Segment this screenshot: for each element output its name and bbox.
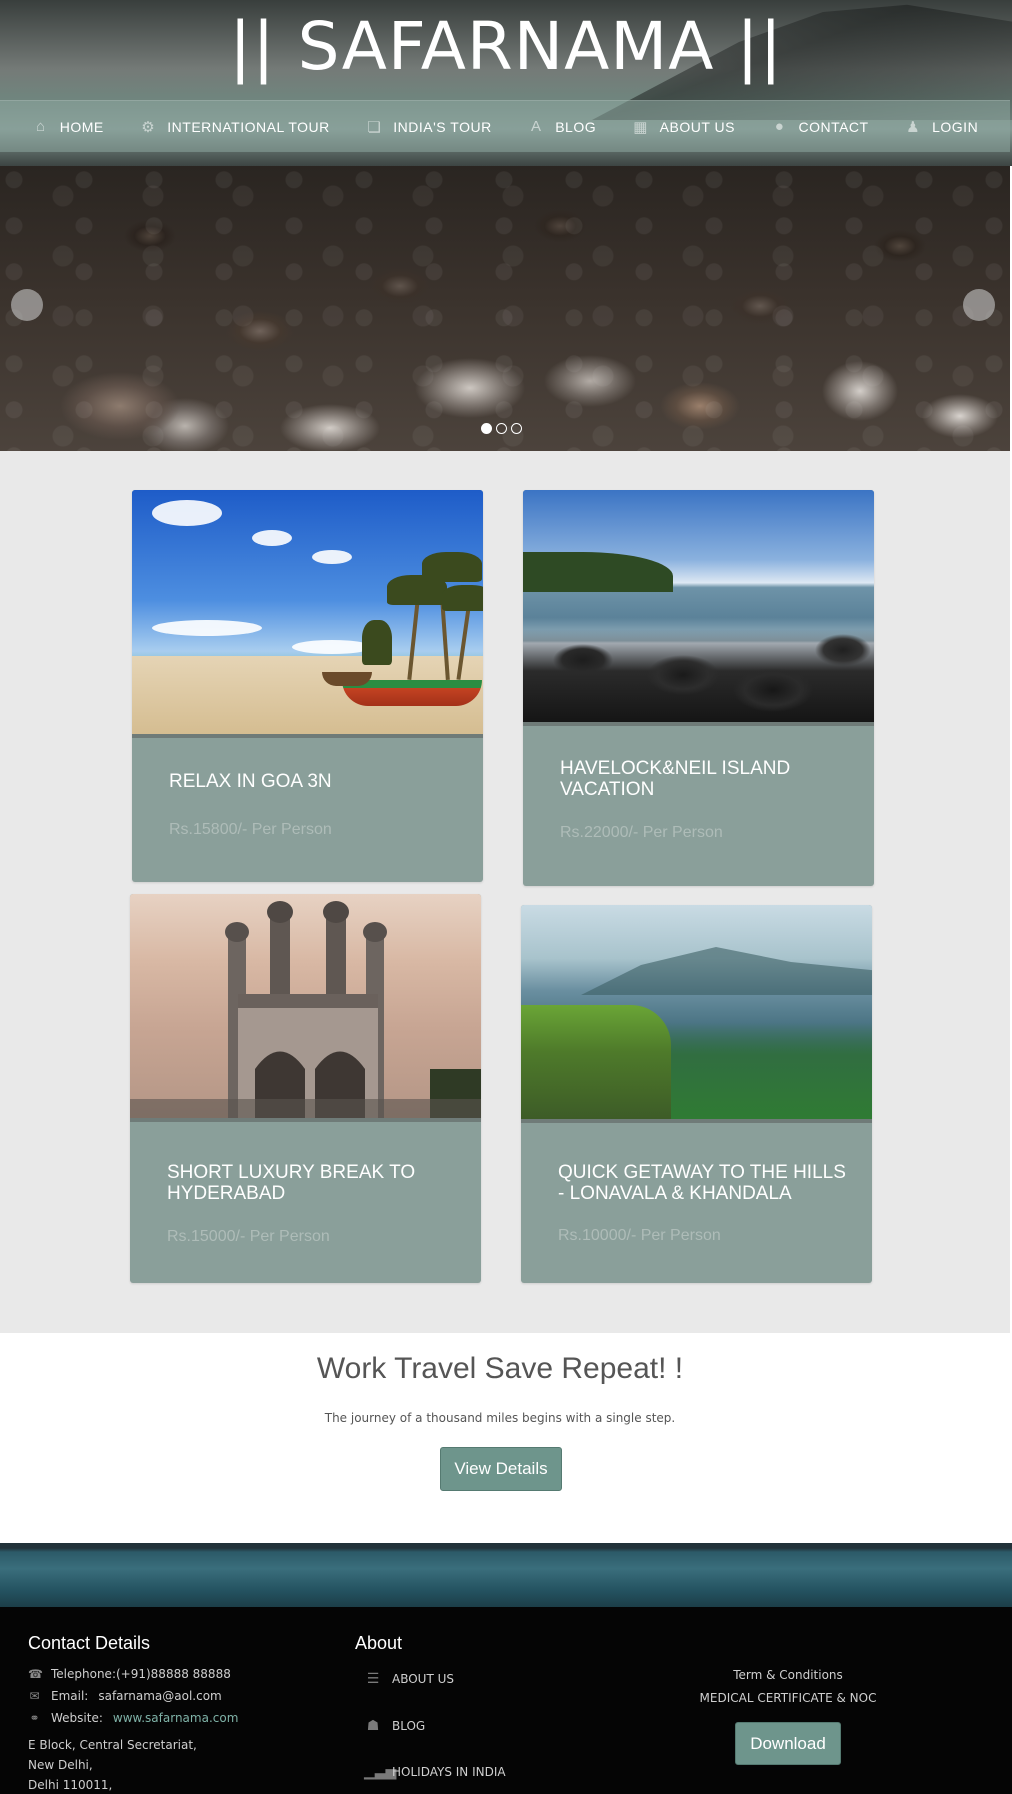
nav-blog[interactable]: A BLOG <box>527 118 596 135</box>
tour-image-lonavala-hills <box>521 905 872 1123</box>
hero-slider <box>0 166 1010 451</box>
tour-title: SHORT LUXURY BREAK TO HYDERABAD <box>167 1162 416 1204</box>
terms-link[interactable]: Term & Conditions <box>680 1668 896 1682</box>
nav-home-label: HOME <box>59 118 104 135</box>
contact-heading: Contact Details <box>28 1633 151 1653</box>
nav-contact[interactable]: ● CONTACT <box>770 118 868 135</box>
footer-about-us-label: ABOUT US <box>392 1672 455 1686</box>
decorative-strip <box>0 1543 1012 1607</box>
contact-email: ✉ Email: safarnama@aol.com <box>28 1689 221 1703</box>
envelope-icon: ✉ <box>29 1689 40 1703</box>
medical-certificate-link[interactable]: MEDICAL CERTIFICATE & NOC <box>680 1691 896 1705</box>
address-line-1: E Block, Central Secretariat, <box>28 1738 197 1752</box>
tour-title: QUICK GETAWAY TO THE HILLS - LONAVALA & … <box>558 1162 846 1204</box>
grid-icon: ▦ <box>633 118 648 136</box>
tour-price: Rs.15000/- Per Person <box>167 1228 330 1245</box>
email-link[interactable]: safarnama@aol.com <box>98 1689 221 1703</box>
tour-image-havelock-island <box>523 490 874 726</box>
contact-telephone: ☎ Telephone:(+91)88888 88888 <box>28 1667 231 1681</box>
ridge-shape <box>581 947 872 995</box>
view-details-button[interactable]: View Details <box>440 1447 562 1491</box>
nav-blog-label: BLOG <box>555 118 597 135</box>
comment-icon: ● <box>774 118 785 135</box>
slider-dot-1[interactable] <box>481 423 492 434</box>
list-icon: ☰ <box>366 1671 380 1687</box>
footer-holidays-label: HOLIDAYS IN INDIA <box>392 1765 506 1779</box>
slider-dot-3[interactable] <box>511 423 522 434</box>
tour-price: Rs.22000/- Per Person <box>560 824 723 841</box>
nav-international-tour[interactable]: ⚙ INTERNATIONAL TOUR <box>139 118 330 136</box>
address-line-2: New Delhi, <box>28 1758 93 1772</box>
site-logo[interactable]: || SAFARNAMA || <box>0 8 1012 85</box>
cta-section: Work Travel Save Repeat! ! The journey o… <box>0 1333 1010 1543</box>
tour-card-lonavala[interactable]: QUICK GETAWAY TO THE HILLS - LONAVALA & … <box>521 905 872 1283</box>
tour-card-hyderabad[interactable]: SHORT LUXURY BREAK TO HYDERABAD Rs.15000… <box>130 894 481 1283</box>
slider-image-pebbles <box>0 166 1010 451</box>
slider-dot-2[interactable] <box>496 423 507 434</box>
tour-image-charminar <box>130 894 481 1122</box>
website-label: Website: <box>51 1711 103 1725</box>
slider-prev-button[interactable] <box>11 289 43 321</box>
contact-website: ⚭ Website: www.safarnama.com <box>28 1711 238 1725</box>
copy-icon: ❏ <box>367 118 382 136</box>
telephone-text: Telephone:(+91)88888 88888 <box>51 1667 231 1681</box>
tour-price: Rs.10000/- Per Person <box>558 1227 721 1244</box>
site-header: || SAFARNAMA || ⌂ HOME ⚙ INTERNATIONAL T… <box>0 0 1012 166</box>
cta-subtitle: The journey of a thousand miles begins w… <box>324 1411 676 1425</box>
email-label: Email: <box>51 1689 89 1703</box>
main-navbar: ⌂ HOME ⚙ INTERNATIONAL TOUR ❏ INDIA'S TO… <box>0 100 1010 152</box>
address-line-3: Delhi 110011, <box>28 1778 113 1792</box>
about-heading: About <box>355 1633 403 1653</box>
nav-login[interactable]: ♟ LOGIN <box>904 118 978 136</box>
gears-icon: ⚙ <box>141 118 156 136</box>
nav-about-us-label: ABOUT US <box>659 118 735 135</box>
footer-blog-link[interactable]: ☗ BLOG <box>364 1718 426 1734</box>
user-icon: ♟ <box>906 118 921 136</box>
footer-blog-label: BLOG <box>392 1719 426 1733</box>
download-button[interactable]: Download <box>735 1722 841 1765</box>
nav-international-tour-label: INTERNATIONAL TOUR <box>167 118 330 135</box>
website-link[interactable]: www.safarnama.com <box>113 1711 239 1725</box>
footer-about-us-link[interactable]: ☰ ABOUT US <box>364 1671 454 1687</box>
nav-indias-tour-label: INDIA'S TOUR <box>393 118 492 135</box>
slider-next-button[interactable] <box>963 289 995 321</box>
nav-about-us[interactable]: ▦ ABOUT US <box>632 118 735 136</box>
phone-icon: ☎ <box>28 1667 43 1681</box>
charminar-illustration <box>130 901 481 1118</box>
home-icon: ⌂ <box>35 118 46 135</box>
tour-card-goa[interactable]: RELAX IN GOA 3N Rs.15800/- Per Person <box>132 490 483 882</box>
nav-login-label: LOGIN <box>932 118 979 135</box>
tour-title: HAVELOCK&NEIL ISLAND VACATION <box>560 758 791 800</box>
cliff-shape <box>521 1005 671 1119</box>
contact-address: E Block, Central Secretariat, New Delhi,… <box>28 1735 197 1794</box>
tour-card-havelock[interactable]: HAVELOCK&NEIL ISLAND VACATION Rs.22000/-… <box>523 490 874 886</box>
tour-title: RELAX IN GOA 3N <box>169 771 332 792</box>
users-icon: ☗ <box>366 1718 380 1734</box>
nav-home[interactable]: ⌂ HOME <box>32 118 104 135</box>
tour-image-goa-beach <box>132 490 483 738</box>
footer-holidays-link[interactable]: ▁▃▅ HOLIDAYS IN INDIA <box>364 1764 506 1780</box>
font-icon: A <box>530 118 542 135</box>
site-footer: Contact Details ☎ Telephone:(+91)88888 8… <box>0 1607 1012 1794</box>
cta-title: Work Travel Save Repeat! ! <box>316 1352 684 1385</box>
signal-icon: ▁▃▅ <box>364 1764 397 1780</box>
tours-section: RELAX IN GOA 3N Rs.15800/- Per Person HA… <box>0 451 1010 1333</box>
island-shape <box>523 552 673 592</box>
nav-indias-tour[interactable]: ❏ INDIA'S TOUR <box>365 118 491 136</box>
slider-dots <box>481 423 522 434</box>
nav-contact-label: CONTACT <box>798 118 869 135</box>
link-icon: ⚭ <box>29 1711 40 1725</box>
tour-price: Rs.15800/- Per Person <box>169 821 332 838</box>
